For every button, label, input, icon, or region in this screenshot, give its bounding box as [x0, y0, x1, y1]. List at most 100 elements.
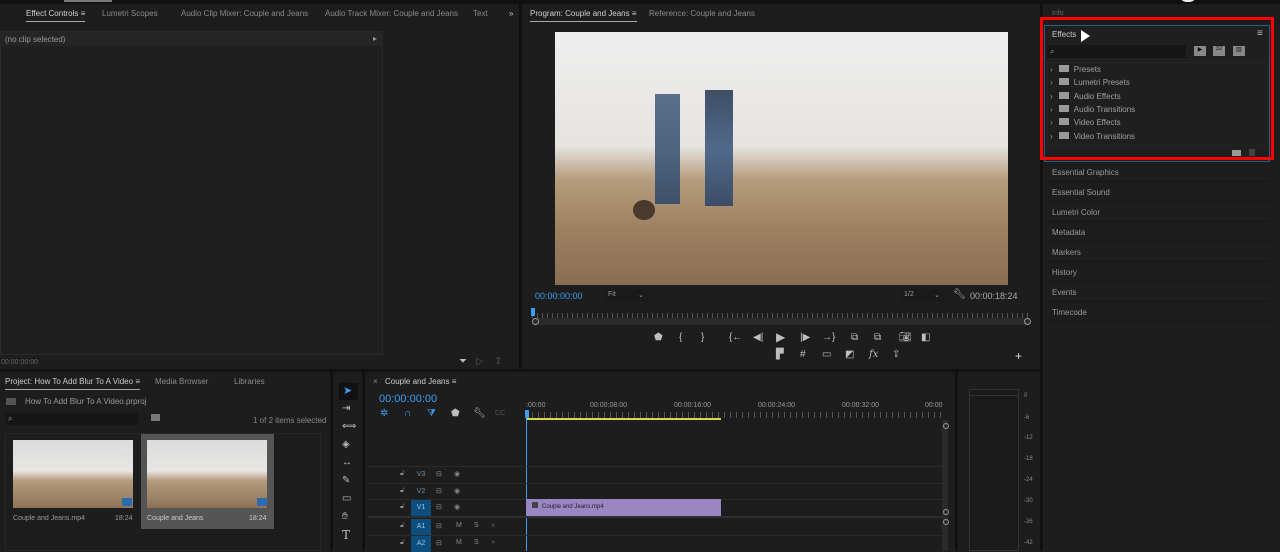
- scroll-handle[interactable]: [943, 423, 949, 429]
- tab-effect-controls[interactable]: Effect Controls ≡: [26, 9, 86, 22]
- safe-margins-icon[interactable]: ▛: [776, 350, 784, 360]
- menu-icon[interactable]: ≡: [81, 9, 86, 18]
- lock-icon[interactable]: 🔓︎: [400, 503, 405, 511]
- find-icon[interactable]: [151, 414, 160, 421]
- sync-lock-icon[interactable]: ⊟: [436, 487, 442, 495]
- export-icon[interactable]: ⇪: [494, 357, 502, 367]
- tab-lumetri-scopes[interactable]: Lumetri Scopes: [102, 9, 158, 18]
- project-item-selected[interactable]: Couple and Jeans 18:24: [141, 434, 274, 529]
- step-forward-icon[interactable]: |▶: [800, 333, 810, 343]
- track-label[interactable]: V1: [411, 500, 431, 516]
- track-label[interactable]: A1: [411, 519, 431, 535]
- timeline-playhead-handle[interactable]: [525, 410, 529, 418]
- microphone-icon[interactable]: ●: [491, 522, 495, 529]
- tab-media-browser[interactable]: Media Browser: [155, 377, 208, 386]
- mute-button[interactable]: M: [456, 539, 462, 546]
- menu-icon[interactable]: ≡: [135, 377, 140, 386]
- selection-tool[interactable]: ➤: [339, 383, 358, 400]
- ripple-edit-tool-icon[interactable]: ⟺: [342, 422, 356, 432]
- add-marker-icon[interactable]: ⬟: [654, 333, 663, 343]
- multicam-icon[interactable]: ◩: [845, 350, 854, 360]
- snap-icon[interactable]: ∩: [404, 409, 411, 419]
- solo-button[interactable]: S: [474, 522, 479, 529]
- go-to-in-icon[interactable]: {←: [729, 333, 742, 343]
- rectangle-tool-icon[interactable]: ▭: [342, 494, 351, 504]
- tab-audio-clip-mixer[interactable]: Audio Clip Mixer: Couple and Jeans: [181, 9, 308, 18]
- panel-markers[interactable]: Markers: [1045, 242, 1270, 262]
- menu-icon[interactable]: ≡: [632, 9, 637, 18]
- type-tool-icon[interactable]: T: [342, 529, 350, 541]
- captions-icon[interactable]: CC: [495, 409, 505, 419]
- panel-timecode[interactable]: Timecode: [1045, 302, 1270, 322]
- program-video-frame[interactable]: [555, 32, 1008, 285]
- insert-icon[interactable]: ⧉: [851, 333, 858, 343]
- panel-history[interactable]: History: [1045, 262, 1270, 282]
- lock-icon[interactable]: 🔓︎: [400, 470, 405, 478]
- slip-tool-icon[interactable]: ↔: [342, 458, 352, 468]
- panel-metadata[interactable]: Metadata: [1045, 222, 1270, 242]
- wrench-icon[interactable]: 🔧︎: [473, 409, 486, 419]
- scroll-handle[interactable]: [943, 509, 949, 515]
- pen-tool-icon[interactable]: ✎: [342, 476, 350, 486]
- timeline-timecode[interactable]: 00:00:00:00: [379, 393, 437, 405]
- track-select-tool-icon[interactable]: ⇥: [342, 404, 350, 414]
- scroll-handle[interactable]: [943, 519, 949, 525]
- work-area-bar[interactable]: [526, 418, 721, 420]
- program-timecode[interactable]: 00:00:00:00: [535, 291, 583, 301]
- frame-icon[interactable]: ▭: [822, 350, 831, 360]
- playhead[interactable]: [531, 308, 535, 316]
- play-icon[interactable]: ▶: [776, 331, 785, 343]
- nest-icon[interactable]: ✲: [380, 409, 388, 419]
- linked-selection-icon[interactable]: ⧩: [427, 409, 436, 419]
- play-audio-icon[interactable]: ▷: [476, 357, 484, 367]
- tab-libraries[interactable]: Libraries: [234, 377, 265, 386]
- lock-icon[interactable]: 🔓︎: [400, 539, 405, 547]
- close-sequence-icon[interactable]: ×: [373, 377, 378, 386]
- info-panel-tab[interactable]: Info: [1052, 10, 1064, 17]
- sync-lock-icon[interactable]: ⊟: [436, 470, 442, 478]
- panel-essential-sound[interactable]: Essential Sound: [1045, 182, 1270, 202]
- tabs-overflow-button[interactable]: »: [509, 9, 513, 18]
- tab-reference[interactable]: Reference: Couple and Jeans: [649, 9, 755, 18]
- hand-tool-icon[interactable]: ✋︎: [342, 512, 348, 522]
- step-back-icon[interactable]: ◀|: [753, 333, 763, 343]
- resolution-select[interactable]: 1/2 ⌄: [900, 289, 944, 301]
- mark-in-icon[interactable]: {: [679, 333, 682, 343]
- add-marker-icon[interactable]: ⬟: [451, 409, 460, 419]
- scroll-handle-right[interactable]: [1024, 318, 1031, 325]
- wrench-icon[interactable]: 🔧︎: [953, 290, 966, 300]
- scroll-handle-left[interactable]: [532, 318, 539, 325]
- sync-lock-icon[interactable]: ⊟: [436, 503, 442, 511]
- eye-icon[interactable]: ◉: [454, 503, 460, 511]
- tab-text[interactable]: Text: [473, 9, 488, 18]
- go-to-out-icon[interactable]: →}: [822, 333, 835, 343]
- lock-icon[interactable]: 🔓︎: [400, 522, 405, 530]
- zoom-select[interactable]: Fit ⌄: [604, 289, 648, 301]
- track-label[interactable]: V2: [411, 484, 431, 500]
- tab-audio-track-mixer[interactable]: Audio Track Mixer: Couple and Jeans: [325, 9, 458, 18]
- project-item[interactable]: Couple and Jeans.mp4 18:24: [8, 434, 136, 529]
- mute-button[interactable]: M: [456, 522, 462, 529]
- lock-icon[interactable]: 🔓︎: [400, 487, 405, 495]
- export-frame-icon[interactable]: ⇪: [892, 350, 900, 360]
- microphone-icon[interactable]: ●: [491, 539, 495, 546]
- razor-tool-icon[interactable]: ◈: [342, 440, 350, 450]
- add-button-icon[interactable]: +: [1015, 350, 1022, 362]
- comparison-view-icon[interactable]: ◧: [921, 333, 930, 343]
- camera-icon[interactable]: 📷︎: [899, 333, 912, 343]
- zoom-scrollbar[interactable]: [532, 318, 1029, 325]
- timeline-clip[interactable]: Couple and Jeans.mp4: [526, 499, 721, 516]
- eye-icon[interactable]: ◉: [454, 487, 460, 495]
- tab-project[interactable]: Project: How To Add Blur To A Video ≡: [5, 377, 140, 390]
- tab-program[interactable]: Program: Couple and Jeans ≡: [530, 9, 637, 22]
- track-label[interactable]: V3: [411, 467, 431, 483]
- mark-out-icon[interactable]: }: [701, 333, 704, 343]
- panel-essential-graphics[interactable]: Essential Graphics: [1045, 162, 1270, 182]
- timeline-vertical-scrollbar[interactable]: [942, 420, 948, 551]
- track-label[interactable]: A2: [411, 536, 431, 552]
- eye-icon[interactable]: ◉: [454, 470, 460, 478]
- fx-icon[interactable]: fx: [869, 350, 878, 360]
- panel-events[interactable]: Events: [1045, 282, 1270, 302]
- filter-icon[interactable]: ⏷: [459, 357, 467, 367]
- sync-lock-icon[interactable]: ⊟: [436, 522, 442, 530]
